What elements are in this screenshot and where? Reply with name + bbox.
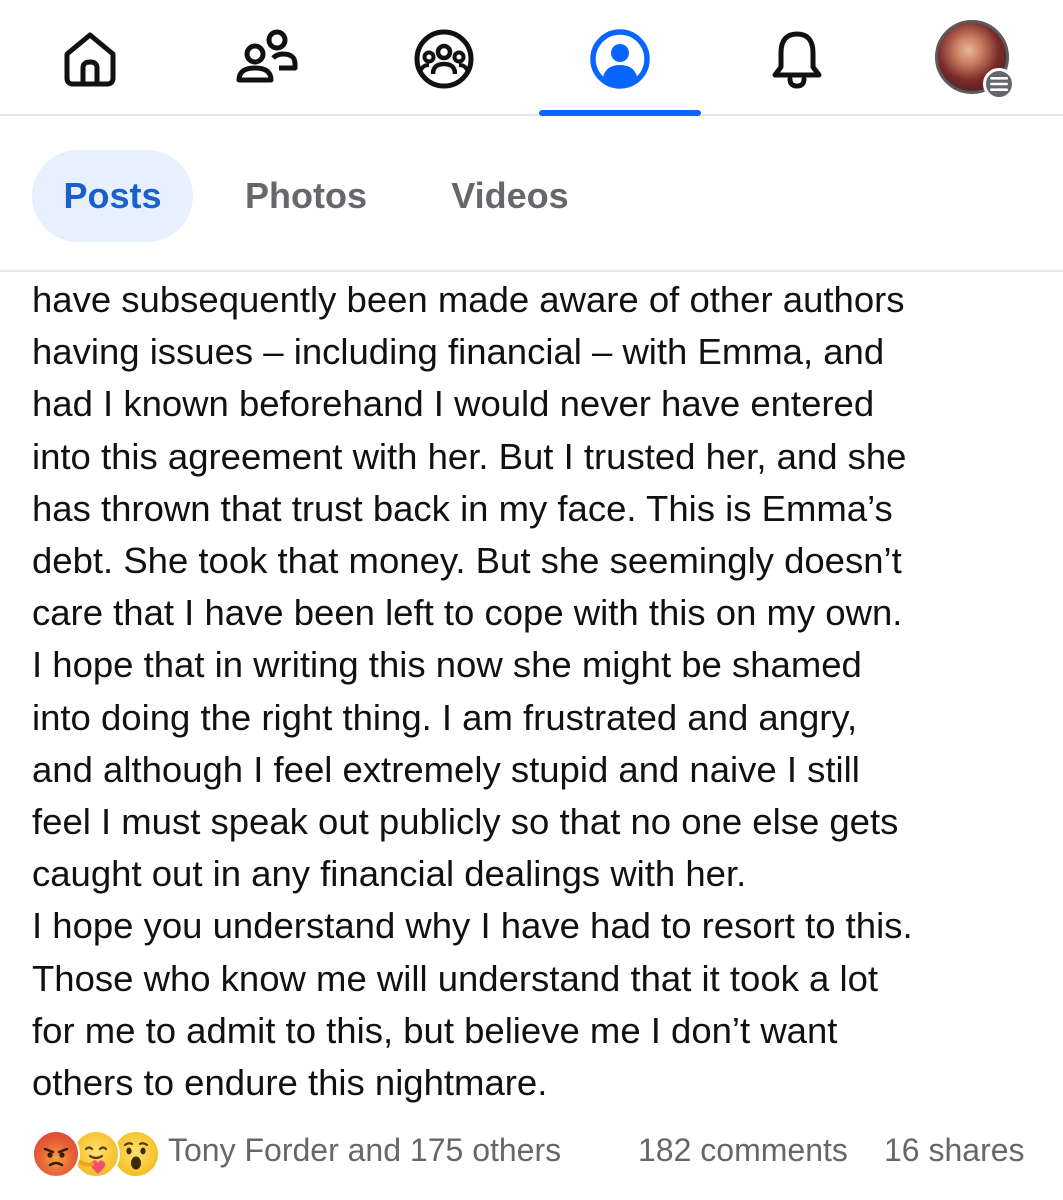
- post-line: for me to admit to this, but believe me …: [32, 1009, 838, 1051]
- reactions-summary[interactable]: [32, 1130, 162, 1178]
- tab-photos[interactable]: Photos: [230, 150, 382, 242]
- post-line: I hope that in writing this now she migh…: [32, 644, 862, 686]
- post-line: into doing the right thing. I am frustra…: [32, 696, 858, 738]
- nav-home[interactable]: [35, 14, 145, 104]
- post-line: has thrown that trust back in my face. T…: [32, 487, 893, 529]
- comments-count[interactable]: 182 comments: [638, 1132, 848, 1169]
- shares-count[interactable]: 16 shares: [884, 1132, 1025, 1169]
- nav-profile[interactable]: [565, 14, 675, 104]
- post-line: Those who know me will understand that i…: [32, 957, 879, 999]
- nav-groups[interactable]: [389, 14, 499, 104]
- nav-notifications[interactable]: [742, 14, 852, 104]
- profile-icon: [590, 29, 650, 89]
- nav-menu[interactable]: [935, 20, 1015, 100]
- nav-friends[interactable]: [211, 14, 321, 104]
- menu-icon: [983, 68, 1015, 100]
- post-line: care that I have been left to cope with …: [32, 592, 903, 634]
- post-line: caught out in any financial dealings wit…: [32, 853, 747, 895]
- post-line: I hope you understand why I have had to …: [32, 905, 913, 947]
- tab-videos[interactable]: Videos: [436, 150, 584, 242]
- reactors-text[interactable]: Tony Forder and 175 others: [168, 1132, 561, 1169]
- friends-icon: [236, 29, 298, 83]
- post-line: feel I must speak out publicly so that n…: [32, 801, 899, 843]
- post-line: others to endure this nightmare.: [32, 1062, 548, 1104]
- home-icon: [64, 32, 116, 87]
- post-line: and although I feel extremely stupid and…: [32, 748, 860, 790]
- post-text: have subsequently been made aware of oth…: [32, 274, 1032, 1109]
- bell-icon: [772, 31, 822, 89]
- post-line: having issues – including financial – wi…: [32, 331, 885, 373]
- angry-reaction-icon: [32, 1130, 80, 1178]
- profile-tabs: Posts Photos Videos: [0, 118, 1063, 272]
- post-line: have subsequently been made aware of oth…: [32, 279, 905, 320]
- active-tab-indicator: [539, 110, 701, 116]
- top-nav: [0, 0, 1063, 116]
- post-line: debt. She took that money. But she seemi…: [32, 540, 902, 582]
- post-line: had I known beforehand I would never hav…: [32, 383, 875, 425]
- tab-posts[interactable]: Posts: [32, 150, 193, 242]
- groups-icon: [414, 29, 474, 89]
- post-line: into this agreement with her. But I trus…: [32, 435, 907, 477]
- post-footer: Tony Forder and 175 others 182 comments …: [0, 1126, 1063, 1178]
